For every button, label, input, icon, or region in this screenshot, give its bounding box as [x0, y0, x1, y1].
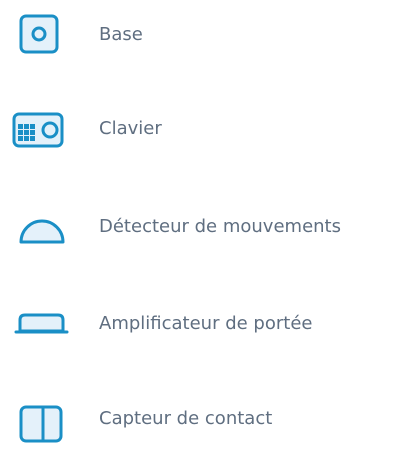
device-item-base[interactable]: Base	[0, 6, 396, 66]
device-label: Clavier	[99, 118, 162, 139]
contact-sensor-icon	[12, 390, 70, 450]
device-list: Base Clavier Détecteur de mouvements Amp…	[0, 0, 396, 443]
base-icon	[12, 6, 70, 66]
device-label: Capteur de contact	[99, 408, 273, 429]
device-item-range-extender[interactable]: Amplificateur de portée	[0, 295, 396, 355]
device-label: Amplificateur de portée	[99, 313, 313, 334]
keypad-icon	[12, 100, 70, 160]
range-extender-icon	[12, 295, 70, 355]
device-item-keypad[interactable]: Clavier	[0, 100, 396, 160]
device-label: Détecteur de mouvements	[99, 216, 341, 237]
motion-sensor-icon	[12, 198, 70, 258]
device-item-motion-sensor[interactable]: Détecteur de mouvements	[0, 198, 396, 258]
device-label: Base	[99, 24, 143, 45]
device-item-contact-sensor[interactable]: Capteur de contact	[0, 390, 396, 450]
